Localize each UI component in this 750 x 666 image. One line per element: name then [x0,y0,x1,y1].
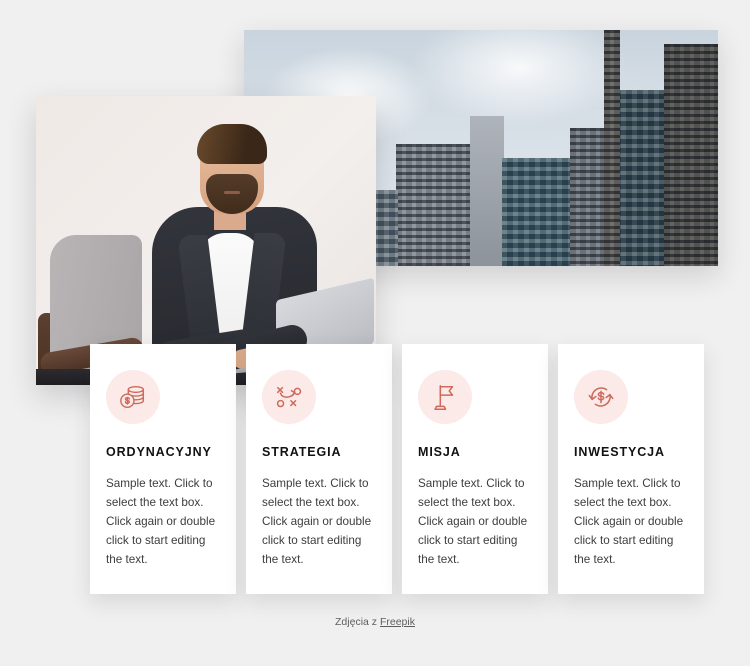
card-title: INWESTYCJA [574,445,665,459]
card-body: Sample text. Click to select the text bo… [418,476,528,566]
card-body: Sample text. Click to select the text bo… [262,476,372,566]
feature-card-list: ORDYNACYJNY Sample text. Click to select… [0,344,750,594]
page-canvas: ORDYNACYJNY Sample text. Click to select… [0,0,750,666]
money-refresh-icon [574,370,628,424]
flag-icon [418,370,472,424]
building-tower-c [502,158,572,266]
card-title: ORDYNACYJNY [106,445,212,459]
feature-card-misja[interactable]: MISJA Sample text. Click to select the t… [402,344,548,594]
building-tower-g [604,30,620,266]
businessman-photo [36,96,376,385]
strategy-tactics-icon [262,370,316,424]
image-credit: Zdjęcia z Freepik [0,616,750,628]
image-credit-prefix: Zdjęcia z [335,616,380,628]
person-mouth [224,191,240,194]
card-title: MISJA [418,445,461,459]
building-tower-a [396,144,470,266]
person-hair [197,124,267,164]
feature-card-inwestycja[interactable]: INWESTYCJA Sample text. Click to select … [558,344,704,594]
feature-card-strategia[interactable]: STRATEGIA Sample text. Click to select t… [246,344,392,594]
building-tower-f [664,44,718,266]
coin-stack-icon [106,370,160,424]
freepik-link[interactable]: Freepik [380,616,415,628]
card-title: STRATEGIA [262,445,342,459]
card-body: Sample text. Click to select the text bo… [106,476,216,566]
feature-card-ordynacyjny[interactable]: ORDYNACYJNY Sample text. Click to select… [90,344,236,594]
card-body: Sample text. Click to select the text bo… [574,476,684,566]
building-tower-b [470,116,504,266]
